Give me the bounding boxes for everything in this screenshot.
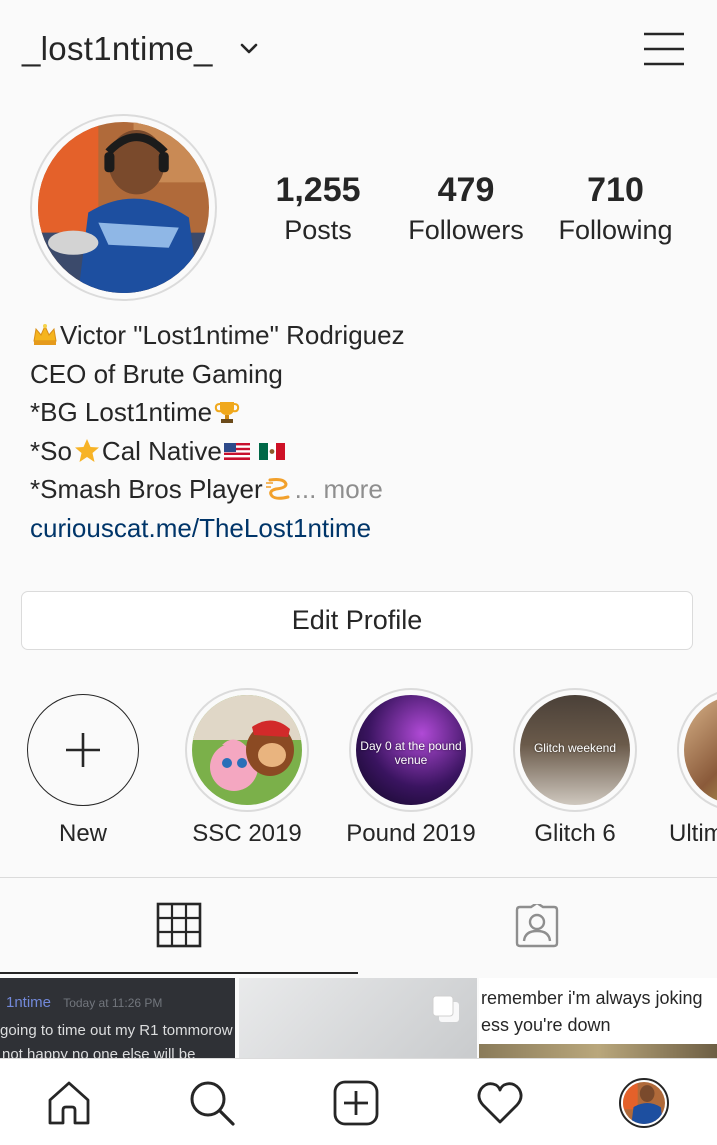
highlight-ring: Glitch weekend [513,688,637,812]
posts-count-value: 1,255 [275,171,361,209]
post-meme-text-2: ess you're down [481,1015,611,1035]
crown-icon [33,324,57,346]
highlight-label: New [58,820,107,847]
followers-count[interactable]: 479 Followers [396,170,536,250]
story-highlights: New SSC 2019 Day 0 at the pound venue Po… [0,688,717,858]
highlight-cover-art [192,695,302,805]
nav-home[interactable] [43,1077,95,1129]
profile-avatar-small[interactable] [619,1078,669,1128]
mexico-flag-icon [258,442,285,460]
top-bar: _lost1ntime_ [0,0,717,100]
bio-native-text: Cal Native [101,435,222,466]
post-discord-text-2: not happy no one else will be [2,1046,196,1058]
heart-icon [477,1082,523,1124]
new-highlight-button[interactable] [27,694,139,806]
following-count-value: 710 [587,171,644,209]
highlight-label: Pound 2019 [346,820,476,847]
post-meme-text-1: remember i'm always joking [481,988,703,1008]
highlight-cover: Day 0 at the pound venue [356,695,466,805]
post-discord-text: going to time out my R1 tommorow [0,1022,233,1039]
bio-name: Victor "Lost1ntime" Rodriguez [60,320,405,350]
avatar-photo-small [623,1082,665,1124]
post-discord-time: Today at 11:26 PM [63,996,163,1010]
highlight-caption: Glitch weekend [533,741,617,755]
posts-grid: 1ntime Today at 11:26 PM going to time o… [0,978,717,1058]
plus-icon [66,733,100,767]
multiple-images-icon [432,995,459,1022]
followers-count-value: 479 [437,171,495,209]
edit-profile-button[interactable]: Edit Profile [21,591,693,650]
bio-line-tag: *BG Lost1ntime [30,393,690,432]
bio-line-native: *So Cal Native [30,432,690,471]
post-discord-name: 1ntime Today at 11:26 PM [6,994,162,1011]
highlight-label: SSC 2019 [192,820,302,847]
highlight-label: Glitch 6 [534,820,616,847]
trophy-icon [214,402,240,424]
highlight-cover: Glitch weekend [520,695,630,805]
highlight-new[interactable]: New [13,688,153,848]
nav-add-post[interactable] [330,1077,382,1129]
nav-profile[interactable] [618,1077,670,1129]
post-thumbnail[interactable] [239,978,477,1058]
smash-flame-icon [265,478,290,501]
bio-smash: *Smash Bros Player [30,474,263,504]
username-title[interactable]: _lost1ntime_ [22,30,213,68]
post-thumbnail[interactable]: 1ntime Today at 11:26 PM going to time o… [0,978,235,1058]
profile-avatar-ring[interactable] [30,114,217,301]
following-count-label: Following [558,215,673,245]
search-icon [190,1081,235,1126]
profile-tabs [0,877,717,975]
highlight-ring [677,688,717,812]
us-flag-icon [223,442,250,460]
post-thumbnail[interactable]: remember i'm always joking ess you're do… [479,978,717,1058]
highlight-caption: Day 0 at the pound venue [360,739,462,767]
chevron-down-icon[interactable] [238,40,260,56]
bio-line-smash: *Smash Bros Player ... more [30,470,690,509]
hamburger-menu-icon[interactable] [642,31,686,67]
highlight-glitch-6[interactable]: Glitch weekend Glitch 6 [505,688,645,848]
profile-avatar[interactable] [38,122,209,293]
add-post-icon [333,1080,379,1126]
tab-tagged[interactable] [358,878,716,974]
tagged-person-icon [515,904,559,948]
avatar-photo [38,122,209,293]
highlight-label: Ultim [669,820,717,847]
bio-tag: *BG Lost1ntime [30,397,213,427]
bottom-nav [0,1058,717,1145]
highlight-cover [684,695,717,805]
star-icon [74,438,99,462]
posts-count: 1,255 Posts [258,170,378,250]
bio-native-prefix: *So [30,435,72,466]
highlight-pound-2019[interactable]: Day 0 at the pound venue Pound 2019 [341,688,481,848]
grid-icon [156,902,202,948]
posts-count-label: Posts [284,215,352,245]
highlight-ring: Day 0 at the pound venue [349,688,473,812]
nav-activity[interactable] [474,1077,526,1129]
post-meme-photo [479,1044,717,1058]
followers-count-label: Followers [408,215,524,245]
bio-name-line: Victor "Lost1ntime" Rodriguez [30,316,690,355]
bio-website-link[interactable]: curiouscat.me/TheLost1ntime [30,509,690,547]
highlight-cover [192,695,302,805]
bio-title: CEO of Brute Gaming [30,358,283,389]
bio-line-title: CEO of Brute Gaming [30,355,690,394]
following-count[interactable]: 710 Following [548,170,683,250]
nav-search[interactable] [186,1077,238,1129]
highlight-ring [185,688,309,812]
home-icon [48,1081,90,1125]
highlight-ssc-2019[interactable]: SSC 2019 [177,688,317,848]
profile-bio: Victor "Lost1ntime" Rodriguez CEO of Bru… [30,316,690,547]
post-discord-username: 1ntime [6,994,52,1011]
tab-posts-grid[interactable] [0,878,358,974]
highlight-ultimate[interactable]: Ultim [669,688,717,848]
bio-more-link[interactable]: ... more [295,470,383,509]
